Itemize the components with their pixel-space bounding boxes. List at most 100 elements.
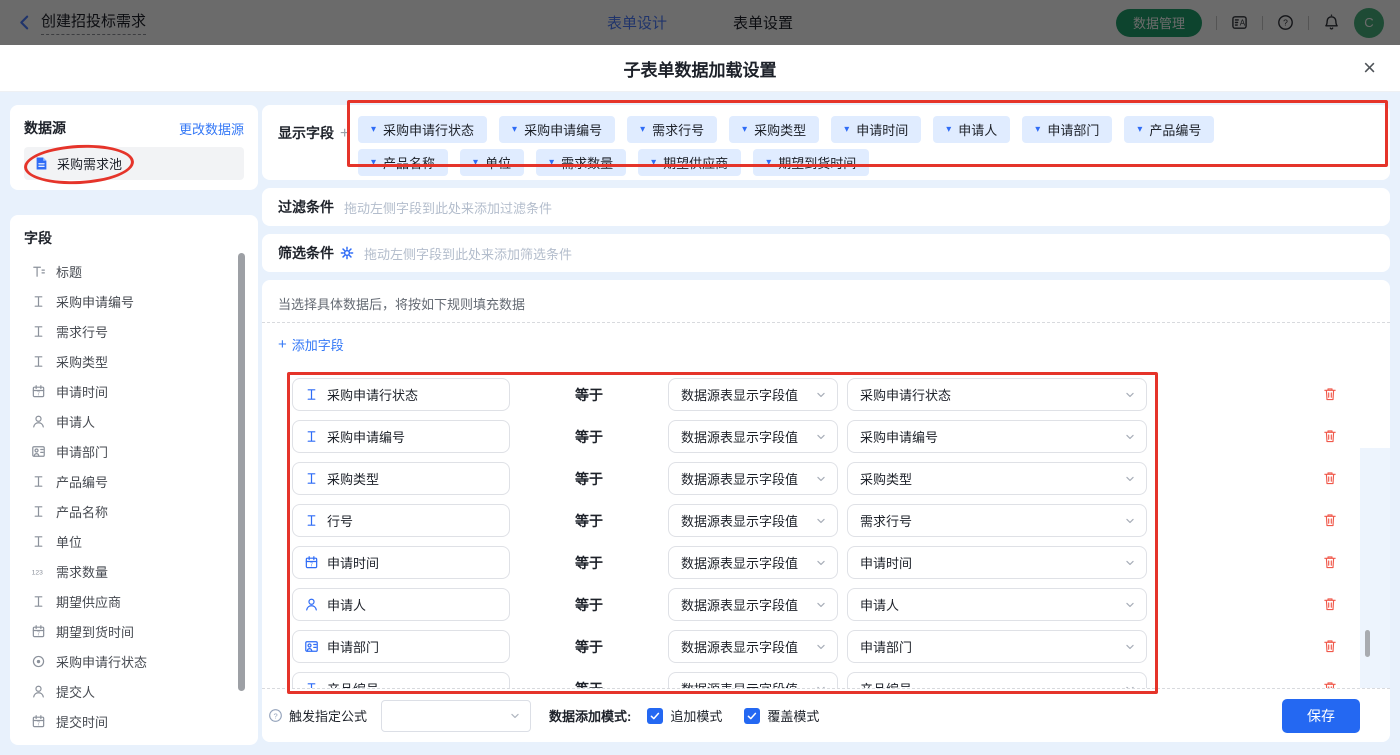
text-icon: [30, 504, 47, 519]
display-field-tag[interactable]: ▾ 申请时间: [831, 116, 921, 143]
rule-row: 申请人 等于 数据源表显示字段值 申请人: [262, 588, 1390, 621]
field-item[interactable]: 采购类型: [24, 346, 244, 376]
trash-icon: [1322, 596, 1338, 612]
svg-text:?: ?: [274, 711, 278, 720]
rule-source-select[interactable]: 数据源表显示字段值: [668, 588, 838, 621]
delete-rule-button[interactable]: [1322, 386, 1338, 402]
chevron-down-icon: [508, 709, 522, 723]
screening-placeholder: 拖动左侧字段到此处来添加筛选条件: [364, 244, 572, 263]
rule-value-select[interactable]: 采购申请行状态: [847, 378, 1147, 411]
display-field-tag[interactable]: ▾ 需求数量: [536, 149, 626, 176]
display-field-tags: ▾ 采购申请行状态 ▾ 采购申请编号 ▾ 需求行号 ▾ 采购类型: [358, 116, 1214, 180]
gear-icon[interactable]: [340, 246, 354, 260]
field-item[interactable]: 产品编号: [24, 466, 244, 496]
add-field-button[interactable]: + 添加字段: [262, 323, 392, 356]
rule-value-select[interactable]: 申请人: [847, 588, 1147, 621]
display-field-tag[interactable]: ▾ 产品编号: [1124, 116, 1214, 143]
rule-source-select[interactable]: 数据源表显示字段值: [668, 630, 838, 663]
rule-field-input[interactable]: 采购类型: [292, 462, 510, 495]
chevron-down-icon: [1123, 388, 1137, 402]
display-field-tag[interactable]: ▾ 采购申请编号: [499, 116, 615, 143]
display-field-tag[interactable]: ▾ 期望供应商: [638, 149, 741, 176]
rules-scrollbar[interactable]: [1365, 630, 1370, 657]
delete-rule-button[interactable]: [1322, 596, 1338, 612]
chevron-down-icon: [1123, 556, 1137, 570]
field-item[interactable]: 产品名称: [24, 496, 244, 526]
screening-condition-row[interactable]: 筛选条件 拖动左侧字段到此处来添加筛选条件: [262, 234, 1390, 272]
rule-field-input[interactable]: 产品编号: [292, 672, 510, 688]
display-field-tag[interactable]: ▾ 申请部门: [1022, 116, 1112, 143]
field-item[interactable]: 提交人: [24, 676, 244, 706]
datasource-selected-item[interactable]: 采购需求池: [24, 147, 244, 180]
text-icon: [30, 354, 47, 369]
delete-rule-button[interactable]: [1322, 554, 1338, 570]
field-item[interactable]: 单位: [24, 526, 244, 556]
display-field-tag[interactable]: ▾ 采购类型: [729, 116, 819, 143]
field-item[interactable]: 7 提交时间: [24, 706, 244, 736]
field-item[interactable]: 需求行号: [24, 316, 244, 346]
field-item[interactable]: 标题: [24, 256, 244, 286]
caret-down-icon: ▾: [371, 125, 376, 135]
chevron-down-icon: [814, 514, 828, 528]
checkbox-checked-icon: [744, 708, 760, 724]
field-item[interactable]: 7 期望到货时间: [24, 616, 244, 646]
field-item[interactable]: 7 申请时间: [24, 376, 244, 406]
save-button[interactable]: 保存: [1282, 699, 1360, 733]
person-icon: [30, 414, 47, 429]
text-icon: [304, 513, 319, 528]
rule-field-input[interactable]: 采购申请行状态: [292, 378, 510, 411]
display-field-tag[interactable]: ▾ 申请人: [933, 116, 1010, 143]
help-circle-icon[interactable]: ?: [268, 708, 283, 723]
display-field-tag[interactable]: ▾ 单位: [460, 149, 524, 176]
rule-field-input[interactable]: 行号: [292, 504, 510, 537]
rule-value-select[interactable]: 申请部门: [847, 630, 1147, 663]
text-icon: [30, 474, 47, 489]
delete-rule-button[interactable]: [1322, 470, 1338, 486]
delete-rule-button[interactable]: [1322, 680, 1338, 688]
filter-condition-row[interactable]: 过滤条件 拖动左侧字段到此处来添加过滤条件: [262, 188, 1390, 226]
plus-icon: +: [278, 336, 287, 353]
calendar-icon: 7: [30, 384, 47, 399]
chevron-down-icon: [814, 598, 828, 612]
field-item[interactable]: 申请人: [24, 406, 244, 436]
field-item[interactable]: 申请部门: [24, 436, 244, 466]
delete-rule-button[interactable]: [1322, 512, 1338, 528]
modal-header: 子表单数据加载设置 ×: [0, 45, 1400, 92]
append-mode-checkbox[interactable]: 追加模式: [647, 706, 722, 725]
modal-title: 子表单数据加载设置: [624, 56, 777, 81]
fields-scrollbar[interactable]: [238, 253, 245, 691]
rule-value-select[interactable]: 采购申请编号: [847, 420, 1147, 453]
display-field-tag[interactable]: ▾ 采购申请行状态: [358, 116, 487, 143]
rule-source-select[interactable]: 数据源表显示字段值: [668, 504, 838, 537]
field-item[interactable]: 采购申请编号: [24, 286, 244, 316]
rule-field-input[interactable]: 申请部门: [292, 630, 510, 663]
rule-value-select[interactable]: 采购类型: [847, 462, 1147, 495]
rule-value-select[interactable]: 申请时间: [847, 546, 1147, 579]
rule-field-input[interactable]: 采购申请编号: [292, 420, 510, 453]
field-item[interactable]: 采购申请行状态: [24, 646, 244, 676]
trash-icon: [1322, 512, 1338, 528]
app-header: 创建招投标需求 表单设计 表单设置 数据管理 A ? C: [0, 0, 1400, 45]
delete-rule-button[interactable]: [1322, 428, 1338, 444]
display-field-tag[interactable]: ▾ 需求行号: [627, 116, 717, 143]
change-datasource-link[interactable]: 更改数据源: [179, 119, 244, 138]
rule-field-input[interactable]: 申请人: [292, 588, 510, 621]
rule-value-select[interactable]: 产品编号: [847, 672, 1147, 688]
field-item[interactable]: 期望供应商: [24, 586, 244, 616]
delete-rule-button[interactable]: [1322, 638, 1338, 654]
display-field-tag[interactable]: ▾ 期望到货时间: [753, 149, 869, 176]
rule-source-select[interactable]: 数据源表显示字段值: [668, 420, 838, 453]
overwrite-mode-checkbox[interactable]: 覆盖模式: [744, 706, 819, 725]
rule-field-input[interactable]: 7 申请时间: [292, 546, 510, 579]
field-item[interactable]: 123 需求数量: [24, 556, 244, 586]
rule-source-select[interactable]: 数据源表显示字段值: [668, 672, 838, 688]
rule-source-select[interactable]: 数据源表显示字段值: [668, 462, 838, 495]
rule-source-select[interactable]: 数据源表显示字段值: [668, 378, 838, 411]
rule-value-select[interactable]: 需求行号: [847, 504, 1147, 537]
formula-select[interactable]: [381, 700, 531, 732]
rule-source-select[interactable]: 数据源表显示字段值: [668, 546, 838, 579]
close-icon[interactable]: ×: [1363, 55, 1376, 81]
add-display-field-button[interactable]: +: [340, 125, 349, 142]
trash-icon: [1322, 680, 1338, 688]
display-field-tag[interactable]: ▾ 产品名称: [358, 149, 448, 176]
